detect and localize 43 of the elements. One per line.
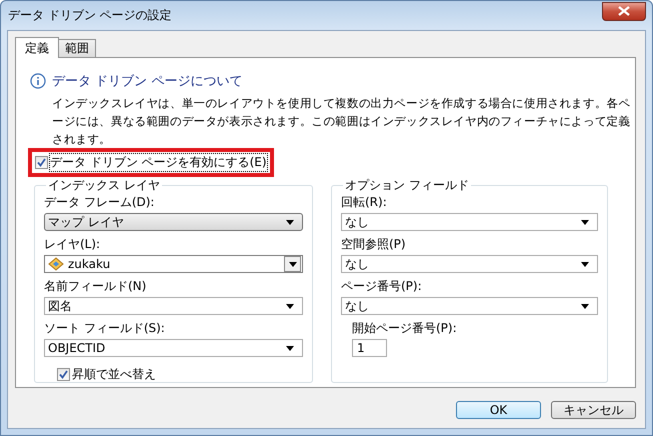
- check-icon: [59, 370, 68, 379]
- caret-icon: [286, 220, 294, 224]
- group-title: インデックス レイヤ: [47, 177, 161, 194]
- field-label: 回転(R):: [341, 194, 388, 211]
- field-label: ページ番号(P):: [341, 278, 423, 295]
- field-label: レイヤ(L):: [44, 236, 102, 253]
- dropdown[interactable]: マップ レイヤ: [44, 213, 303, 231]
- caret-icon: [286, 304, 294, 308]
- dropdown[interactable]: なし: [341, 297, 598, 315]
- caret-icon: [286, 346, 294, 350]
- checkbox[interactable]: [57, 368, 70, 381]
- dropdown[interactable]: OBJECTID: [44, 339, 303, 357]
- info-icon: [30, 73, 46, 89]
- field-label: 開始ページ番号(P):: [352, 320, 458, 337]
- dropdown-arrow-button[interactable]: [284, 256, 301, 272]
- cancel-button[interactable]: キャンセル: [551, 401, 636, 419]
- dropdown[interactable]: 図名: [44, 297, 303, 315]
- checkbox[interactable]: [35, 156, 48, 169]
- field-label: データ フレーム(D):: [44, 194, 156, 211]
- input-field[interactable]: 1: [352, 339, 387, 357]
- tab[interactable]: 範囲: [58, 39, 96, 57]
- info-description: インデックスレイヤは、単一のレイアウトを使用して複数の出力ページを作成する場合に使用されます。各ページには、異なる範囲のデータが表示されます。この範囲はインデックスレイヤ内のフィーチャによって定義されます。: [52, 95, 632, 148]
- close-button[interactable]: [602, 2, 646, 20]
- field-label: ソート フィールド(S):: [44, 320, 166, 337]
- field-label: 名前フィールド(N): [44, 278, 148, 295]
- check-icon: [37, 158, 46, 167]
- ok-button[interactable]: OK: [456, 401, 541, 419]
- window-title: データ ドリブン ページの設定: [8, 7, 172, 24]
- field-label: 空間参照(P): [341, 236, 407, 253]
- caret-icon: [581, 220, 589, 224]
- caret-icon: [288, 262, 296, 266]
- dropdown[interactable]: なし: [341, 213, 598, 231]
- close-icon: [617, 6, 631, 16]
- dropdown[interactable]: zukaku: [44, 255, 303, 273]
- checkbox-label[interactable]: データ ドリブン ページを有効にする(E): [50, 154, 267, 171]
- dropdown[interactable]: なし: [341, 255, 598, 273]
- caret-icon: [581, 262, 589, 266]
- checkbox-label[interactable]: 昇順で並べ替え: [72, 366, 156, 383]
- layer-icon: [48, 257, 64, 271]
- caret-icon: [581, 304, 589, 308]
- group-title: オプション フィールド: [344, 177, 470, 194]
- info-heading: データ ドリブン ページについて: [52, 73, 242, 90]
- tab[interactable]: 定義: [15, 37, 59, 58]
